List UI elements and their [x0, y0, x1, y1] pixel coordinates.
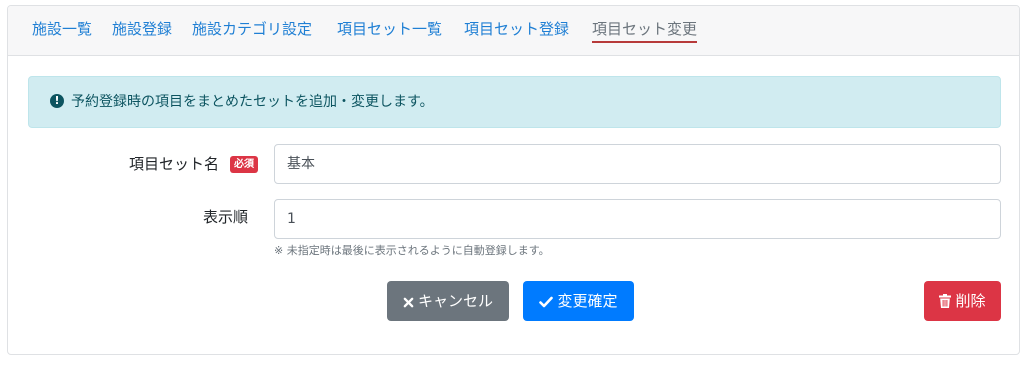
times-icon — [403, 297, 414, 308]
tab-facility-register[interactable]: 施設登録 — [112, 20, 172, 38]
nav-tabs: 施設一覧 施設登録 施設カテゴリ設定 項目セット一覧 項目セット登録 項目セット… — [8, 6, 1019, 56]
tab-itemset-register[interactable]: 項目セット登録 — [464, 20, 569, 38]
confirm-label: 変更確定 — [557, 292, 618, 310]
alert-text: 予約登録時の項目をまとめたセットを追加・変更します。 — [71, 94, 434, 110]
itemset-name-input[interactable]: 基本 — [274, 144, 1001, 184]
cancel-button[interactable]: キャンセル — [387, 281, 509, 321]
delete-label: 削除 — [955, 292, 986, 310]
tab-itemset-list[interactable]: 項目セット一覧 — [337, 20, 442, 38]
itemset-name-label: 項目セット名 — [129, 155, 220, 173]
display-order-input[interactable]: 1 — [274, 199, 1001, 239]
required-badge: 必須 — [230, 156, 258, 173]
tab-facility-category[interactable]: 施設カテゴリ設定 — [192, 20, 312, 38]
cancel-label: キャンセル — [417, 292, 493, 310]
facility-form-card: 施設一覧 施設登録 施設カテゴリ設定 項目セット一覧 項目セット登録 項目セット… — [7, 5, 1020, 355]
display-order-help: ※ 未指定時は最後に表示されるように自動登録します。 — [274, 244, 550, 257]
tab-itemset-edit[interactable]: 項目セット変更 — [592, 20, 698, 43]
tab-facility-list[interactable]: 施設一覧 — [32, 20, 92, 38]
info-alert: ! 予約登録時の項目をまとめたセットを追加・変更します。 — [28, 76, 1001, 128]
display-order-label: 表示順 — [203, 208, 249, 226]
check-icon — [539, 296, 554, 308]
exclamation-circle-icon: ! — [50, 94, 64, 108]
confirm-button[interactable]: 変更確定 — [523, 281, 634, 321]
delete-button[interactable]: 削除 — [924, 281, 1001, 321]
trash-icon — [939, 294, 952, 308]
